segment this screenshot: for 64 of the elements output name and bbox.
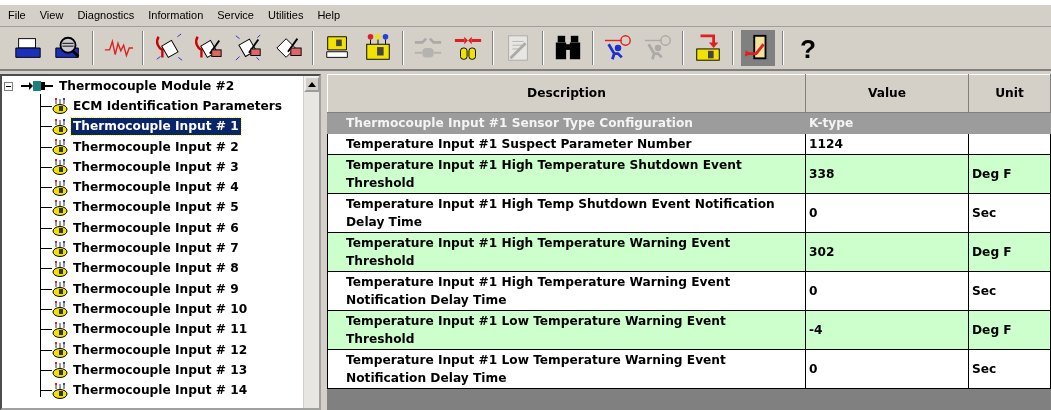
collapse-icon[interactable] [4, 81, 13, 91]
module-icon [52, 240, 68, 257]
tree-item[interactable]: Thermocouple Input # 8 [71, 260, 241, 278]
table-cell: Sec [968, 349, 1051, 389]
table-cell: Deg F [968, 154, 1051, 194]
up-arrow-icon [308, 81, 316, 87]
column-header[interactable]: Description [327, 74, 806, 113]
column-header[interactable]: Unit [968, 74, 1051, 113]
person-icon [643, 33, 673, 63]
table-cell: 0 [805, 193, 969, 233]
document-pen-icon [233, 33, 263, 63]
table-cell: Sec [968, 193, 1051, 233]
person-icon [603, 33, 633, 63]
table-cell: -4 [805, 310, 969, 350]
column-header[interactable]: Value [805, 74, 969, 113]
menu-item[interactable]: View [39, 7, 64, 24]
tree-item[interactable]: Thermocouple Input # 13 [71, 361, 250, 379]
table-cell: Temperature Input #1 High Temperature Warning Event Threshold [327, 232, 806, 272]
stethoscope-document-icon [153, 33, 183, 63]
menu-item[interactable]: Service [217, 7, 254, 24]
table-cell: Thermocouple Input #1 Sensor Type Configuration [327, 112, 806, 134]
tree-item[interactable]: Thermocouple Input # 7 [71, 240, 241, 257]
tree-item[interactable]: Thermocouple Input # 5 [71, 199, 241, 217]
module-icon [52, 179, 68, 196]
tree-item[interactable]: Thermocouple Input # 10 [71, 300, 250, 318]
table-cell: Temperature Input #1 Suspect Parameter Number [327, 133, 806, 155]
tree-item[interactable]: ECM Identification Parameters [71, 97, 284, 115]
menu-item[interactable]: Utilities [267, 7, 304, 24]
tree-item[interactable]: Thermocouple Input # 2 [71, 138, 241, 156]
table-cell: Temperature Input #1 High Temp Shutdown Event Notification Delay Time [327, 193, 806, 233]
tree-item[interactable]: Thermocouple Input # 3 [71, 158, 241, 176]
table-cell: Temperature Input #1 High Temperature Shutdown Event Threshold [327, 154, 806, 194]
tree-item[interactable]: Thermocouple Module #2 [57, 77, 237, 95]
scroll-up-button[interactable] [304, 76, 319, 92]
table-cell: 338 [805, 154, 969, 194]
connector-icon [21, 80, 53, 93]
tree-item[interactable]: Thermocouple Input # 14 [71, 382, 250, 400]
tree-item[interactable]: Thermocouple Input # 9 [71, 280, 241, 298]
table-cell: 0 [805, 271, 969, 311]
module-arrow-icon [693, 33, 723, 63]
table-cell: 0 [805, 349, 969, 389]
toolbar-button[interactable] [741, 30, 775, 66]
table-cell: Temperature Input #1 Low Temperature Warning Event Threshold [327, 310, 806, 350]
module-icon [363, 33, 393, 63]
module-icon [52, 199, 68, 216]
table-cell: Deg F [968, 310, 1051, 350]
menu-item[interactable]: File [8, 7, 26, 24]
module-icon [52, 321, 68, 338]
menu-item[interactable]: Information [148, 7, 204, 24]
tree-item[interactable]: Thermocouple Input # 12 [71, 341, 250, 359]
tree-item[interactable]: Thermocouple Input # 11 [71, 321, 250, 339]
table-cell: Sec [968, 271, 1051, 311]
table-cell: Deg F [968, 232, 1051, 272]
table-cell: Temperature Input #1 Low Temperature Warning Event Notification Delay Time [327, 349, 806, 389]
tree-item[interactable]: Thermocouple Input # 4 [71, 179, 241, 197]
table-cell: Temperature Input #1 High Temperature Warning Event Notification Delay Time [327, 271, 806, 311]
module-icon [52, 118, 68, 135]
module-icon [52, 382, 68, 399]
menu-item[interactable]: Help [317, 7, 341, 24]
menu-item[interactable]: Diagnostics [77, 7, 135, 24]
module-icon [52, 260, 68, 277]
tree-item[interactable]: Thermocouple Input # 6 [71, 219, 241, 237]
tree-item[interactable]: Thermocouple Input # 1 [71, 118, 241, 136]
table-cell: 302 [805, 232, 969, 272]
